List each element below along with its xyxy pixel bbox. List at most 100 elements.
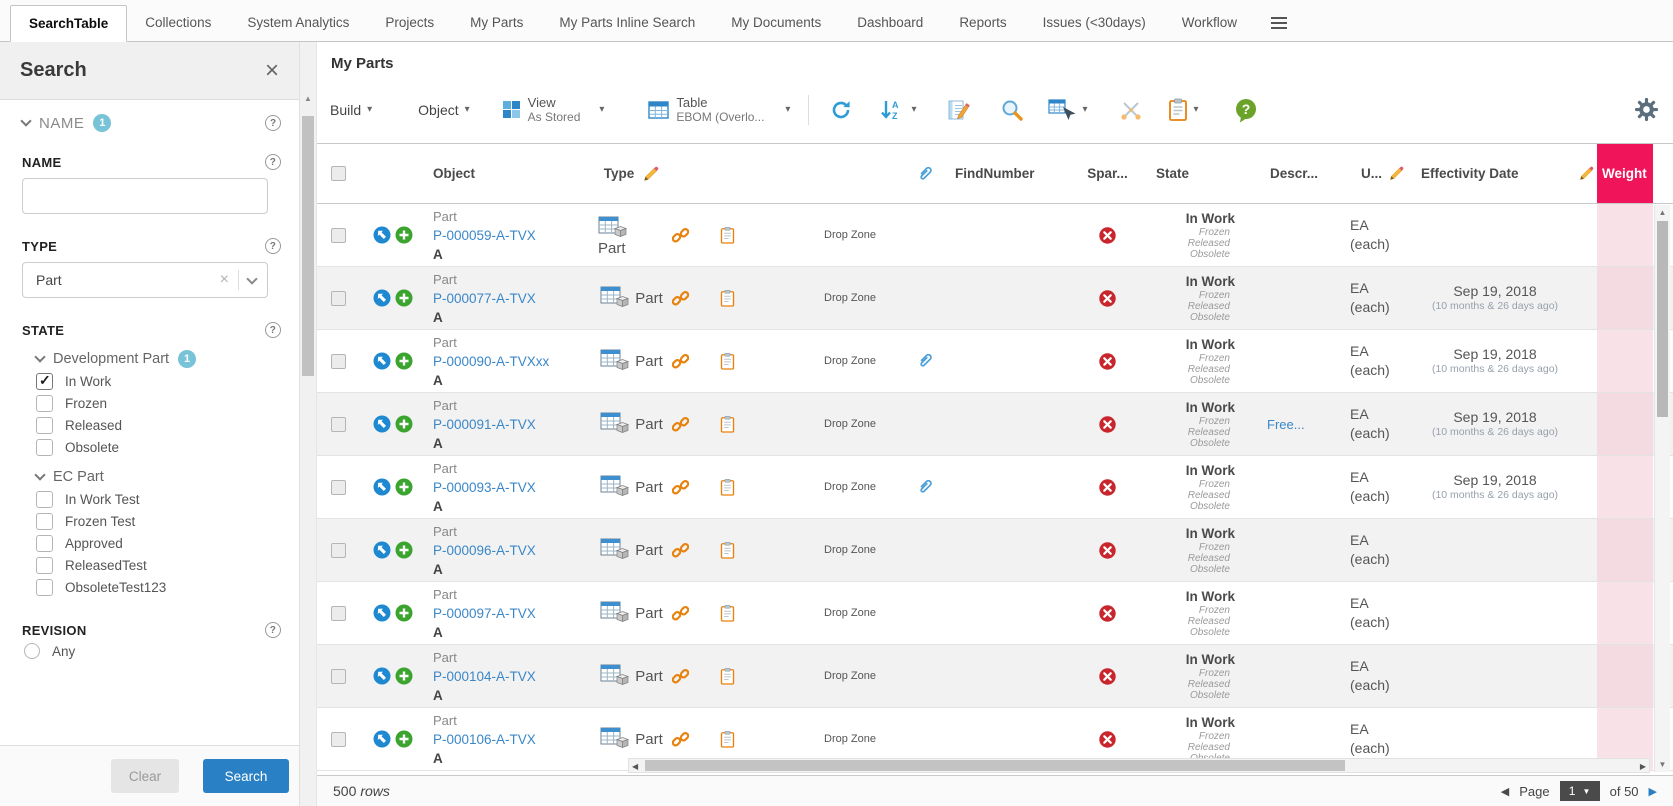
add-icon[interactable] bbox=[395, 541, 413, 559]
nav-tab[interactable]: Reports bbox=[941, 4, 1024, 41]
sidebar-scrollbar[interactable]: ▲ bbox=[300, 42, 317, 806]
state-option[interactable]: ReleasedTest bbox=[36, 557, 281, 574]
search-button[interactable]: Search bbox=[203, 759, 289, 793]
drop-zone[interactable]: Drop Zone bbox=[824, 481, 876, 493]
nav-tab[interactable]: Dashboard bbox=[839, 4, 941, 41]
clear-value-icon[interactable]: × bbox=[220, 272, 229, 288]
column-header-spare[interactable]: Spar... bbox=[1075, 144, 1140, 203]
column-header-weight[interactable]: Weight bbox=[1597, 144, 1653, 203]
pencil-icon[interactable] bbox=[643, 166, 659, 182]
add-icon[interactable] bbox=[395, 415, 413, 433]
horizontal-scrollbar[interactable]: ◀ ▶ bbox=[628, 758, 1650, 773]
clipboard-icon[interactable] bbox=[720, 604, 735, 623]
chevron-down-icon[interactable] bbox=[246, 273, 257, 284]
link-icon[interactable] bbox=[672, 668, 689, 685]
open-info-icon[interactable] bbox=[373, 478, 391, 496]
type-combobox[interactable]: Part × bbox=[22, 262, 268, 298]
column-header-attachments[interactable] bbox=[905, 144, 945, 203]
scroll-right-icon[interactable]: ▶ bbox=[1640, 760, 1646, 773]
state-checkbox[interactable] bbox=[36, 439, 53, 456]
settings-button[interactable] bbox=[1634, 97, 1659, 122]
drop-zone[interactable]: Drop Zone bbox=[824, 607, 876, 619]
cut-links-button[interactable] bbox=[1118, 97, 1144, 123]
add-icon[interactable] bbox=[395, 478, 413, 496]
revision-radio[interactable] bbox=[24, 643, 40, 659]
state-option[interactable]: Approved bbox=[36, 535, 281, 552]
search-in-table-button[interactable] bbox=[1000, 98, 1024, 122]
state-option[interactable]: In Work bbox=[36, 373, 281, 390]
add-icon[interactable] bbox=[395, 667, 413, 685]
state-option[interactable]: Frozen bbox=[36, 395, 281, 412]
drop-zone[interactable]: Drop Zone bbox=[824, 355, 876, 367]
help-icon[interactable]: ? bbox=[265, 622, 281, 638]
pencil-icon[interactable] bbox=[1389, 166, 1404, 181]
clipboard-icon[interactable] bbox=[720, 478, 735, 497]
row-checkbox[interactable] bbox=[331, 606, 346, 621]
state-option[interactable]: In Work Test bbox=[36, 491, 281, 508]
drop-zone[interactable]: Drop Zone bbox=[824, 670, 876, 682]
criteria-summary-toggle[interactable]: NAME 1 bbox=[22, 114, 111, 132]
page-select[interactable]: 1 ▼ bbox=[1560, 781, 1600, 801]
description-link[interactable]: Free... bbox=[1267, 417, 1340, 432]
part-number-link[interactable]: P-000104-A-TVX bbox=[433, 667, 590, 686]
sidebar-scrollbar-thumb[interactable] bbox=[302, 116, 314, 376]
state-group-ec-part[interactable]: EC Part bbox=[36, 468, 281, 486]
table-selector[interactable]: Table EBOM (Overlo... ▾ bbox=[648, 95, 790, 125]
tab-overflow-button[interactable] bbox=[1255, 4, 1303, 41]
nav-tab[interactable]: SearchTable bbox=[10, 5, 127, 42]
clipboard-icon[interactable] bbox=[720, 226, 735, 245]
state-checkbox[interactable] bbox=[36, 417, 53, 434]
part-number-link[interactable]: P-000090-A-TVXxx bbox=[433, 352, 590, 371]
nav-tab[interactable]: Workflow bbox=[1164, 4, 1255, 41]
horizontal-scrollbar-thumb[interactable] bbox=[645, 760, 1345, 771]
link-icon[interactable] bbox=[672, 290, 689, 307]
clipboard-icon[interactable] bbox=[720, 541, 735, 560]
help-icon[interactable]: ? bbox=[265, 154, 281, 170]
part-number-link[interactable]: P-000093-A-TVX bbox=[433, 478, 590, 497]
clear-button[interactable]: Clear bbox=[111, 759, 179, 793]
paperclip-icon[interactable] bbox=[917, 478, 933, 496]
state-option[interactable]: Frozen Test bbox=[36, 513, 281, 530]
nav-tab[interactable]: System Analytics bbox=[229, 4, 367, 41]
column-header-effectivity[interactable]: Effectivity Date bbox=[1415, 144, 1575, 203]
open-info-icon[interactable] bbox=[373, 667, 391, 685]
help-icon[interactable]: ? bbox=[265, 238, 281, 254]
state-checkbox[interactable] bbox=[36, 579, 53, 596]
drop-zone[interactable]: Drop Zone bbox=[824, 544, 876, 556]
scroll-up-icon[interactable]: ▲ bbox=[300, 94, 316, 103]
open-info-icon[interactable] bbox=[373, 415, 391, 433]
add-icon[interactable] bbox=[395, 226, 413, 244]
help-icon[interactable]: ? bbox=[265, 322, 281, 338]
part-number-link[interactable]: P-000096-A-TVX bbox=[433, 541, 590, 560]
open-info-icon[interactable] bbox=[373, 730, 391, 748]
sort-button[interactable]: AZ ▾ bbox=[879, 98, 916, 122]
open-info-icon[interactable] bbox=[373, 226, 391, 244]
nav-tab[interactable]: Projects bbox=[367, 4, 452, 41]
open-info-icon[interactable] bbox=[373, 289, 391, 307]
part-number-link[interactable]: P-000106-A-TVX bbox=[433, 730, 590, 749]
state-checkbox[interactable] bbox=[36, 535, 53, 552]
nav-tab[interactable]: Issues (<30days) bbox=[1025, 4, 1164, 41]
nav-tab[interactable]: My Parts Inline Search bbox=[541, 4, 713, 41]
row-checkbox[interactable] bbox=[331, 354, 346, 369]
select-all-checkbox[interactable] bbox=[331, 166, 346, 181]
state-checkbox[interactable] bbox=[36, 557, 53, 574]
open-info-icon[interactable] bbox=[373, 604, 391, 622]
scroll-down-icon[interactable]: ▼ bbox=[1655, 760, 1670, 769]
column-header-edit[interactable] bbox=[1575, 144, 1597, 203]
state-checkbox[interactable] bbox=[36, 395, 53, 412]
refresh-button[interactable] bbox=[829, 98, 853, 122]
help-button[interactable]: ? bbox=[1233, 97, 1259, 123]
row-checkbox[interactable] bbox=[331, 732, 346, 747]
link-icon[interactable] bbox=[672, 353, 689, 370]
clipboard-icon[interactable] bbox=[720, 730, 735, 749]
build-menu-button[interactable]: Build ▾ bbox=[330, 102, 372, 118]
row-checkbox[interactable] bbox=[331, 417, 346, 432]
link-icon[interactable] bbox=[672, 731, 689, 748]
object-menu-button[interactable]: Object ▾ bbox=[418, 102, 470, 118]
paperclip-icon[interactable] bbox=[917, 352, 933, 370]
page-next-icon[interactable]: ▶ bbox=[1649, 785, 1657, 798]
add-icon[interactable] bbox=[395, 352, 413, 370]
nav-tab[interactable]: My Parts bbox=[452, 4, 541, 41]
row-checkbox[interactable] bbox=[331, 480, 346, 495]
